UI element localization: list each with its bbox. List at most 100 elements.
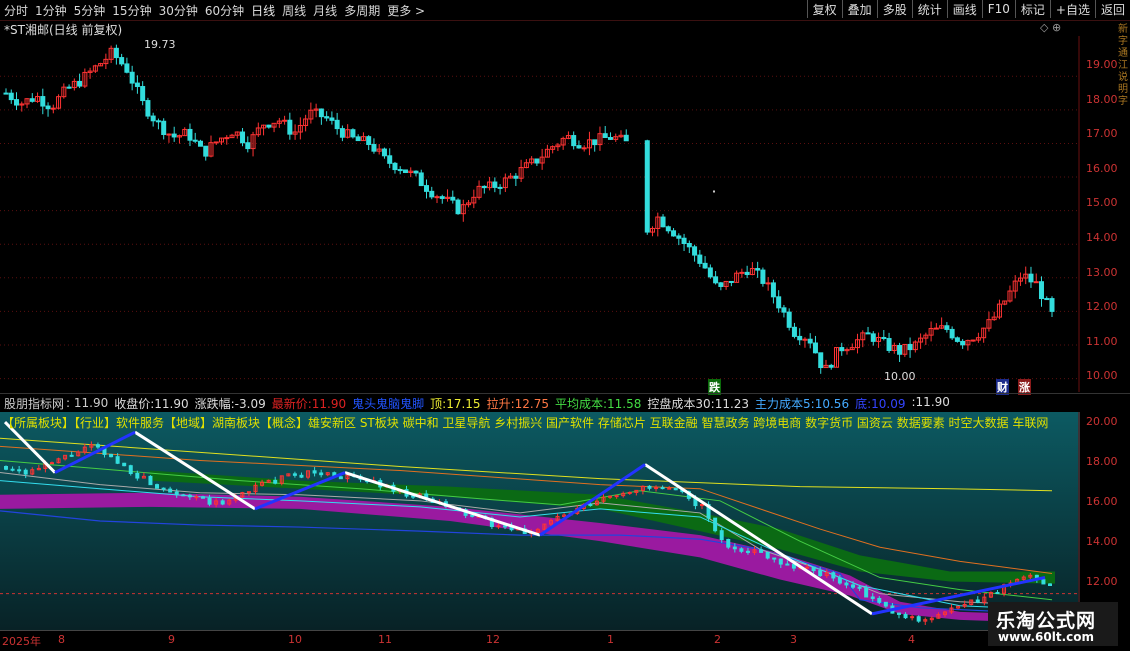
candle <box>171 133 177 138</box>
price-tick: 15.00 <box>1086 196 1118 210</box>
indicator-candle <box>95 444 100 448</box>
tool-button[interactable]: 标记 <box>1014 0 1050 18</box>
price-chart[interactable] <box>0 36 1080 392</box>
indicator-candle <box>765 551 770 559</box>
tool-button[interactable]: 多股 <box>876 0 912 18</box>
indicator-field: 鬼头鬼脑鬼脚 <box>352 396 425 411</box>
period-tab[interactable]: 月线 <box>313 2 337 19</box>
indicator-candle <box>135 472 140 479</box>
indicator-candle <box>654 487 659 490</box>
candle <box>755 268 761 271</box>
indicator-candle <box>588 503 593 506</box>
candle <box>944 325 950 330</box>
candle <box>760 269 766 284</box>
indicator-candle <box>627 491 632 494</box>
candle <box>802 338 808 341</box>
period-tab[interactable]: 多周期 <box>344 2 380 19</box>
date-tick: 11 <box>378 633 392 646</box>
candle <box>744 271 750 276</box>
candle <box>282 119 288 122</box>
indicator-candle <box>759 549 764 553</box>
date-tick: 2025年 <box>2 635 41 648</box>
indicator-fields: 收盘价:11.90 涨跌幅:-3.09 最新价:11.90 鬼头鬼脑鬼脚 顶:17.15… <box>114 395 956 412</box>
candle <box>77 80 83 87</box>
candle <box>870 333 876 342</box>
candle <box>839 347 845 352</box>
tool-button[interactable]: 叠加 <box>841 0 877 18</box>
period-tab[interactable]: 更多 > <box>387 2 425 19</box>
date-tick: 8 <box>58 633 65 646</box>
candle <box>155 120 161 123</box>
candle <box>949 328 955 339</box>
candle <box>413 170 419 174</box>
date-tick: 2 <box>714 633 721 646</box>
period-tab[interactable]: 15分钟 <box>112 2 151 19</box>
candle <box>140 86 146 102</box>
tool-button[interactable]: +自选 <box>1049 0 1095 18</box>
candle <box>450 196 456 201</box>
indicator-candle <box>292 473 297 476</box>
tool-button[interactable]: 返回 <box>1094 0 1130 18</box>
candle <box>776 296 782 309</box>
indicator-candle <box>910 616 915 619</box>
price-tick: 13.00 <box>1086 265 1118 279</box>
indicator-candle <box>903 613 908 619</box>
candle <box>739 271 745 274</box>
candle <box>602 133 608 139</box>
indicator-candle <box>312 470 317 474</box>
period-tab[interactable]: 30分钟 <box>159 2 198 19</box>
period-tab[interactable]: 1分钟 <box>35 2 67 19</box>
candle <box>287 119 293 135</box>
indicator-candle <box>864 587 869 598</box>
indicator-candle <box>319 472 324 476</box>
price-tick: 19.00 <box>1086 58 1118 71</box>
period-tab[interactable]: 日线 <box>251 2 275 19</box>
indicator-candle <box>161 487 166 490</box>
candle <box>3 92 9 95</box>
candle <box>187 128 193 141</box>
indicator-name[interactable]: 股朋指标网 <box>4 395 64 412</box>
candle <box>329 117 335 121</box>
date-axis: 2025年 8 9 10 11 12 1 2 3 4 <box>0 630 1080 651</box>
tool-button[interactable]: 画线 <box>946 0 982 18</box>
tool-button[interactable]: F10 <box>981 0 1015 18</box>
candle <box>576 145 582 149</box>
period-tab[interactable]: 周线 <box>282 2 306 19</box>
indicator-candle <box>23 469 28 475</box>
indicator-candle <box>273 479 278 484</box>
candle <box>40 96 46 107</box>
tool-button[interactable]: 统计 <box>911 0 947 18</box>
tool-button[interactable]: 复权 <box>806 0 842 18</box>
candle <box>954 337 960 342</box>
candle <box>671 230 677 237</box>
indicator-chart[interactable] <box>0 412 1080 630</box>
indicator-candle <box>647 485 652 489</box>
price-tick: 10.00 <box>1086 369 1118 383</box>
candle <box>665 226 671 232</box>
indicator-candle <box>811 566 816 572</box>
indicator-field: 主力成本5:10.56 <box>755 396 850 411</box>
period-tab[interactable]: 60分钟 <box>205 2 244 19</box>
candle <box>534 158 540 164</box>
candle <box>865 332 871 335</box>
indicator-candle <box>168 488 173 493</box>
candle <box>134 82 140 88</box>
high-price-label: 19.73 <box>144 38 176 51</box>
period-tab[interactable]: 分时 <box>4 2 28 19</box>
candle <box>907 343 913 351</box>
indicator-tick: 14.00 <box>1086 535 1118 548</box>
indicator-candle <box>174 491 179 496</box>
candle <box>1049 298 1055 312</box>
indicator-candle <box>837 577 842 584</box>
indicator-value: : 11.90 <box>66 396 109 410</box>
candle <box>592 139 598 146</box>
candle <box>644 140 650 233</box>
candle <box>807 338 813 344</box>
chart-window-icons[interactable]: ◇ ⊕ <box>1040 21 1061 34</box>
candle <box>324 116 330 119</box>
indicator-field: :11.90 <box>911 394 950 409</box>
candle <box>392 162 398 171</box>
indicator-candle <box>220 500 225 505</box>
period-tab[interactable]: 5分钟 <box>74 2 106 19</box>
candle <box>781 307 787 313</box>
